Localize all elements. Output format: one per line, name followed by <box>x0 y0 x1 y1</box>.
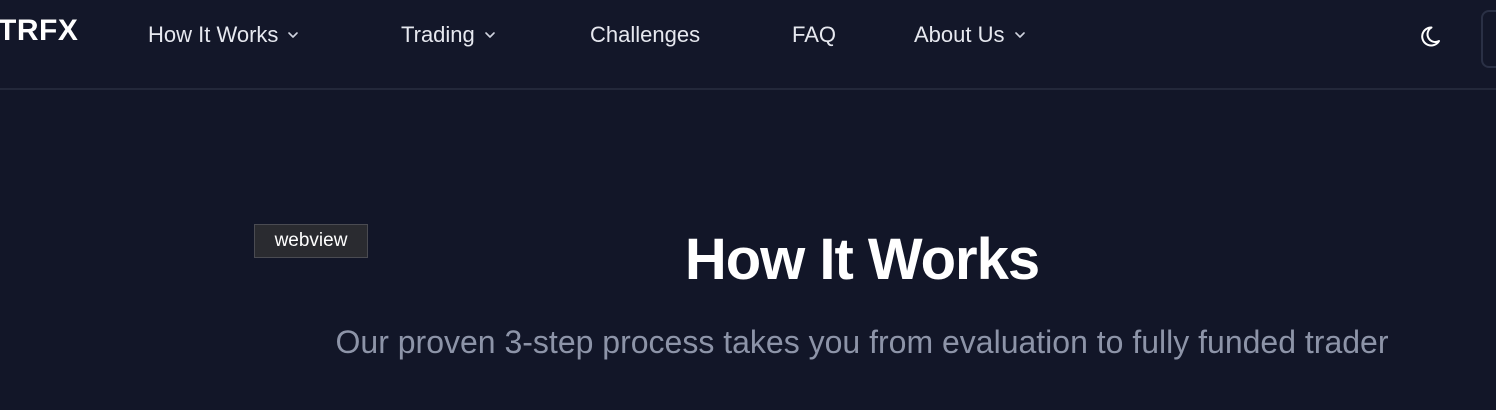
nav-item-trading[interactable]: Trading <box>401 20 497 50</box>
chevron-down-icon <box>1013 28 1027 42</box>
nav-item-label: How It Works <box>148 22 279 47</box>
page-subtitle: Our proven 3-step process takes you from… <box>335 324 1389 360</box>
nav-item-about-us[interactable]: About Us <box>914 20 1027 50</box>
chevron-down-icon <box>483 28 497 42</box>
nav-item-label: FAQ <box>792 22 837 47</box>
page-title: How It Works <box>684 227 1040 292</box>
nav-item-how-it-works[interactable]: How It Works <box>148 20 300 50</box>
nav-item-label: About Us <box>914 22 1005 47</box>
theme-toggle-button[interactable] <box>1417 20 1449 52</box>
nav-action-button[interactable] <box>1481 10 1496 68</box>
nav-item-label: Challenges <box>590 22 701 47</box>
nav-item-faq[interactable]: FAQ <box>792 20 836 50</box>
chevron-down-icon <box>286 28 300 42</box>
brand-logo[interactable]: TRFX <box>0 14 78 48</box>
nav-item-challenges[interactable]: Challenges <box>590 20 700 50</box>
nav-item-label: Trading <box>401 22 475 47</box>
top-navbar: TRFX How It Works Trading Challenges FAQ… <box>0 0 1496 90</box>
moon-icon <box>1417 26 1449 56</box>
